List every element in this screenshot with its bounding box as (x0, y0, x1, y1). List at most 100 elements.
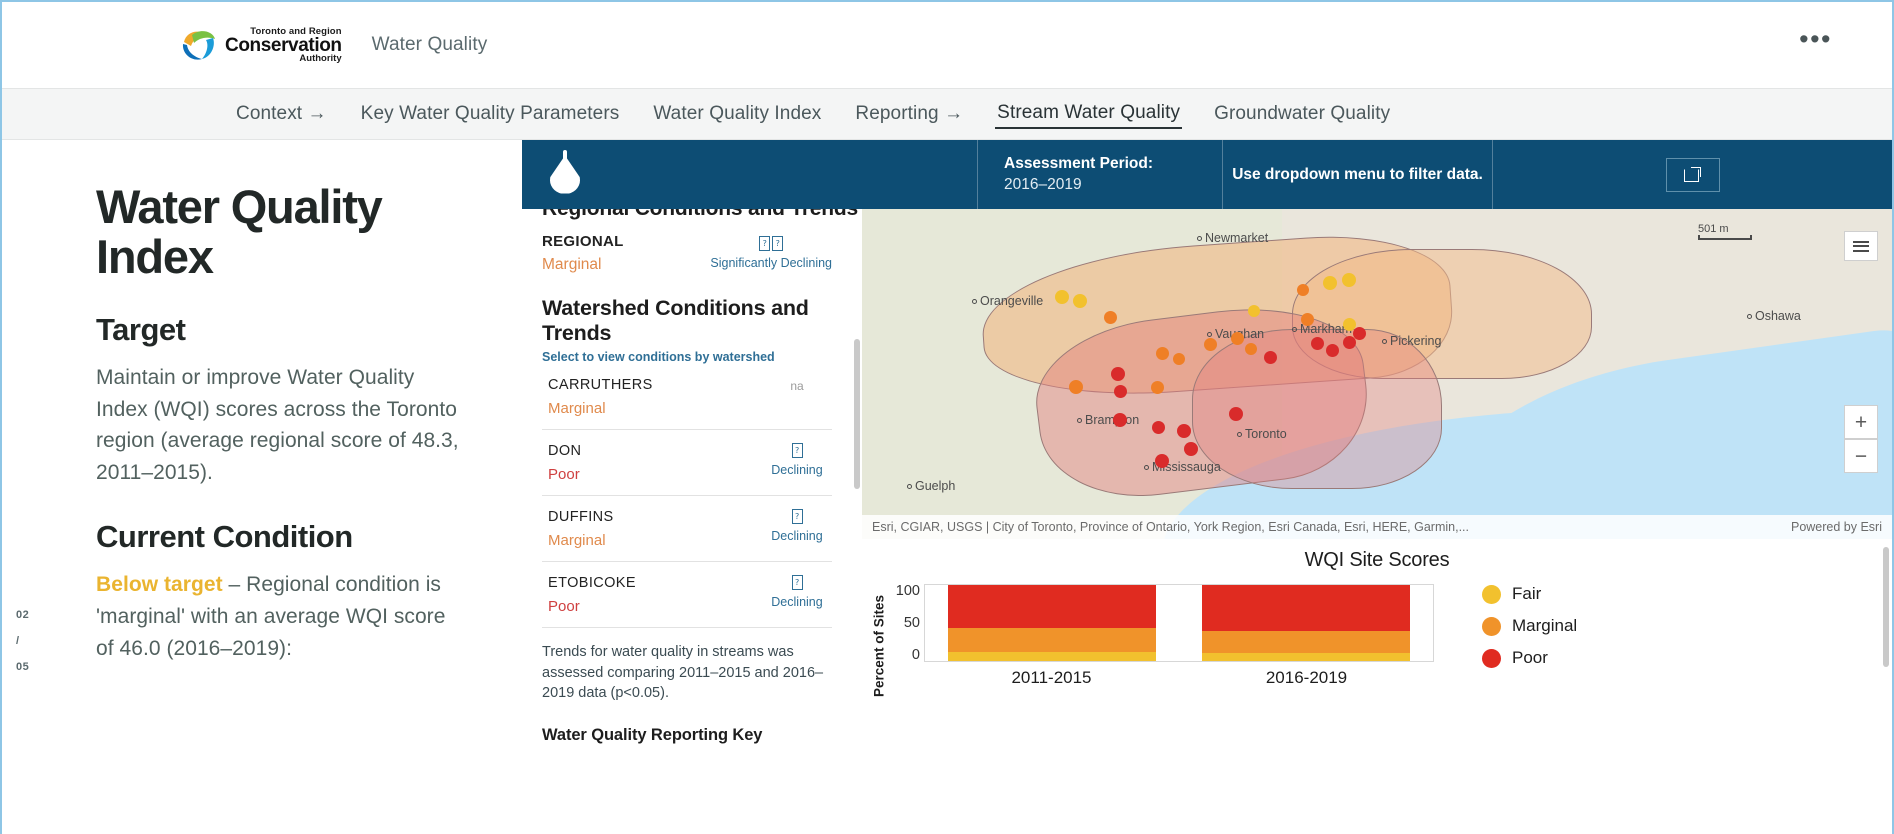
watershed-row-carruthers[interactable]: CARRUTHERS Marginal na (542, 364, 832, 430)
page-indicator-separator: / (16, 635, 20, 647)
map-site-point-fair[interactable] (1342, 273, 1356, 287)
map-site-point-poor[interactable] (1310, 336, 1324, 350)
map-site-point-poor[interactable] (1155, 454, 1169, 468)
chart-bar-segment-fair[interactable] (947, 651, 1157, 661)
map-site-point-marg[interactable] (1230, 331, 1244, 345)
page-indicator-current: 02 (16, 609, 30, 621)
chart-bar-group[interactable] (1201, 585, 1411, 661)
chart-y-tick: 0 (911, 646, 920, 663)
chart-scrollbar[interactable] (1883, 547, 1889, 667)
map-site-point-marg[interactable] (1173, 353, 1185, 365)
regional-name: REGIONAL (542, 233, 624, 250)
nav-item-water-quality-index[interactable]: Water Quality Index (651, 100, 823, 128)
watershed-row-duffins[interactable]: DUFFINS Marginal ? Declining (542, 496, 832, 562)
map-zoom-in-button[interactable]: + (1844, 405, 1878, 439)
map-site-point-fair[interactable] (1055, 290, 1069, 304)
chart-x-axis-labels: 2011-2015 2016-2019 (924, 668, 1434, 694)
water-drop-icon (550, 152, 580, 198)
chart-bar-stack (947, 585, 1157, 661)
chart-x-tick: 2011-2015 (1011, 668, 1092, 687)
chart-legend-item[interactable]: Fair (1482, 584, 1682, 604)
map-site-point-marg[interactable] (1069, 380, 1083, 394)
map-site-point-poor[interactable] (1263, 350, 1277, 364)
watershed-name: DON (548, 443, 582, 459)
chart-bar-segment-marginal[interactable] (1201, 631, 1411, 654)
map-site-point-poor[interactable] (1325, 343, 1339, 357)
chart-legend-swatch (1482, 584, 1501, 604)
map-site-point-poor[interactable] (1229, 407, 1243, 421)
filter-hint: Use dropdown menu to filter data. (1222, 140, 1492, 209)
main-navigation: Context → Key Water Quality Parameters W… (2, 88, 1892, 140)
map-city-label: Toronto (1237, 427, 1287, 441)
regional-summary-right: ?? Significantly Declining (710, 233, 832, 270)
chart-bar-segment-marginal[interactable] (947, 628, 1157, 652)
map-canvas: NewmarketOshawaOrangevilleVaughanMarkham… (862, 209, 1892, 539)
nav-item-context[interactable]: Context → (234, 100, 329, 128)
chart-bar-segment-poor[interactable] (947, 585, 1157, 629)
map-site-point-fair[interactable] (1248, 305, 1260, 317)
map-legend-button[interactable] (1844, 231, 1878, 261)
assessment-period-value: 2016–2019 (1004, 176, 1082, 193)
map-site-point-marg[interactable] (1155, 346, 1169, 360)
current-condition-heading: Current Condition (96, 519, 353, 555)
expand-dashboard-button[interactable] (1665, 157, 1720, 192)
map-site-point-marg[interactable] (1245, 343, 1257, 355)
missing-glyph-icon: ? (759, 236, 771, 251)
nav-item-stream-water-quality[interactable]: Stream Water Quality (995, 99, 1183, 129)
map-site-point-marg[interactable] (1297, 284, 1309, 296)
reporting-key-heading: Water Quality Reporting Key (542, 725, 763, 744)
site-logo[interactable]: Toronto and Region Conservation Authorit… (180, 26, 342, 64)
map-site-point-poor[interactable] (1151, 420, 1165, 434)
conditions-panel-scrollbar[interactable] (854, 339, 860, 489)
chart-legend-item[interactable]: Marginal (1482, 616, 1682, 636)
regional-summary-left: REGIONAL Marginal (542, 233, 624, 274)
nav-items: Context → Key Water Quality Parameters W… (234, 99, 1392, 129)
nav-item-reporting[interactable]: Reporting → (853, 100, 965, 128)
map-scalebar-label: 501 m (1698, 223, 1729, 235)
map-site-point-poor[interactable] (1177, 424, 1191, 438)
map-zoom-out-button[interactable]: − (1844, 439, 1878, 473)
map-site-point-marg[interactable] (1103, 310, 1117, 324)
map-site-point-marg[interactable] (1300, 312, 1314, 326)
watershed-conditions-subheading: Select to view conditions by watershed (542, 350, 775, 364)
map-site-point-poor[interactable] (1111, 367, 1125, 381)
watershed-name: DUFFINS (548, 509, 614, 525)
watershed-row-left: ETOBICOKE Poor (548, 575, 636, 615)
missing-glyph-icon: ? (772, 236, 784, 251)
conditions-panel-scroll: Regional Conditions and Trends REGIONAL … (522, 209, 858, 745)
chart-bar-segment-poor[interactable] (1201, 585, 1411, 632)
missing-glyph-icon: ? (791, 575, 803, 590)
watershed-trend-label: Declining (771, 595, 823, 609)
map-site-point-marg[interactable] (1150, 380, 1164, 394)
map-site-point-fair[interactable] (1073, 294, 1087, 308)
wqi-site-scores-chart: WQI Site Scores Percent of Sites 100 50 0 … (862, 539, 1892, 834)
target-heading: Target (96, 311, 186, 347)
page-root: Toronto and Region Conservation Authorit… (0, 0, 1894, 834)
chart-plot-area: Percent of Sites 100 50 0 2011-2015 2016-20… (862, 584, 1892, 714)
watershed-row-etobicoke[interactable]: ETOBICOKE Poor ? Declining (542, 562, 832, 628)
chart-bar-segment-fair[interactable] (1201, 653, 1411, 661)
map-site-point-fair[interactable] (1323, 276, 1337, 290)
regional-summary-row[interactable]: REGIONAL Marginal ?? Significantly Decli… (542, 233, 832, 274)
map-city-label: Newmarket (1197, 231, 1268, 245)
map-site-point-poor[interactable] (1184, 442, 1198, 456)
overflow-menu-button[interactable]: ••• (1799, 26, 1832, 53)
map-site-point-poor[interactable] (1113, 413, 1127, 427)
missing-glyph-icon: ? (791, 509, 803, 524)
map-site-point-marg[interactable] (1203, 337, 1217, 351)
watershed-map[interactable]: NewmarketOshawaOrangevilleVaughanMarkham… (862, 209, 1892, 539)
assessment-period: Assessment Period: 2016–2019 (977, 140, 1222, 209)
current-condition-paragraph: Below target – Regional condition is 'ma… (96, 569, 466, 665)
watershed-row-don[interactable]: DON Poor ? Declining (542, 430, 832, 496)
chart-legend-item[interactable]: Poor (1482, 648, 1682, 668)
watershed-name: ETOBICOKE (548, 575, 636, 591)
map-site-point-poor[interactable] (1113, 384, 1127, 398)
watershed-row-left: CARRUTHERS Marginal (548, 377, 653, 417)
chart-bar-group[interactable] (947, 585, 1157, 661)
page-indicator-total: 05 (16, 661, 30, 673)
nav-item-key-water-quality-parameters[interactable]: Key Water Quality Parameters (359, 100, 622, 128)
dashboard-header: Assessment Period: 2016–2019 Use dropdow… (522, 140, 1892, 209)
nav-item-groundwater-quality[interactable]: Groundwater Quality (1212, 100, 1392, 128)
missing-glyph-icon: ? (791, 443, 803, 458)
map-site-point-poor[interactable] (1352, 326, 1366, 340)
